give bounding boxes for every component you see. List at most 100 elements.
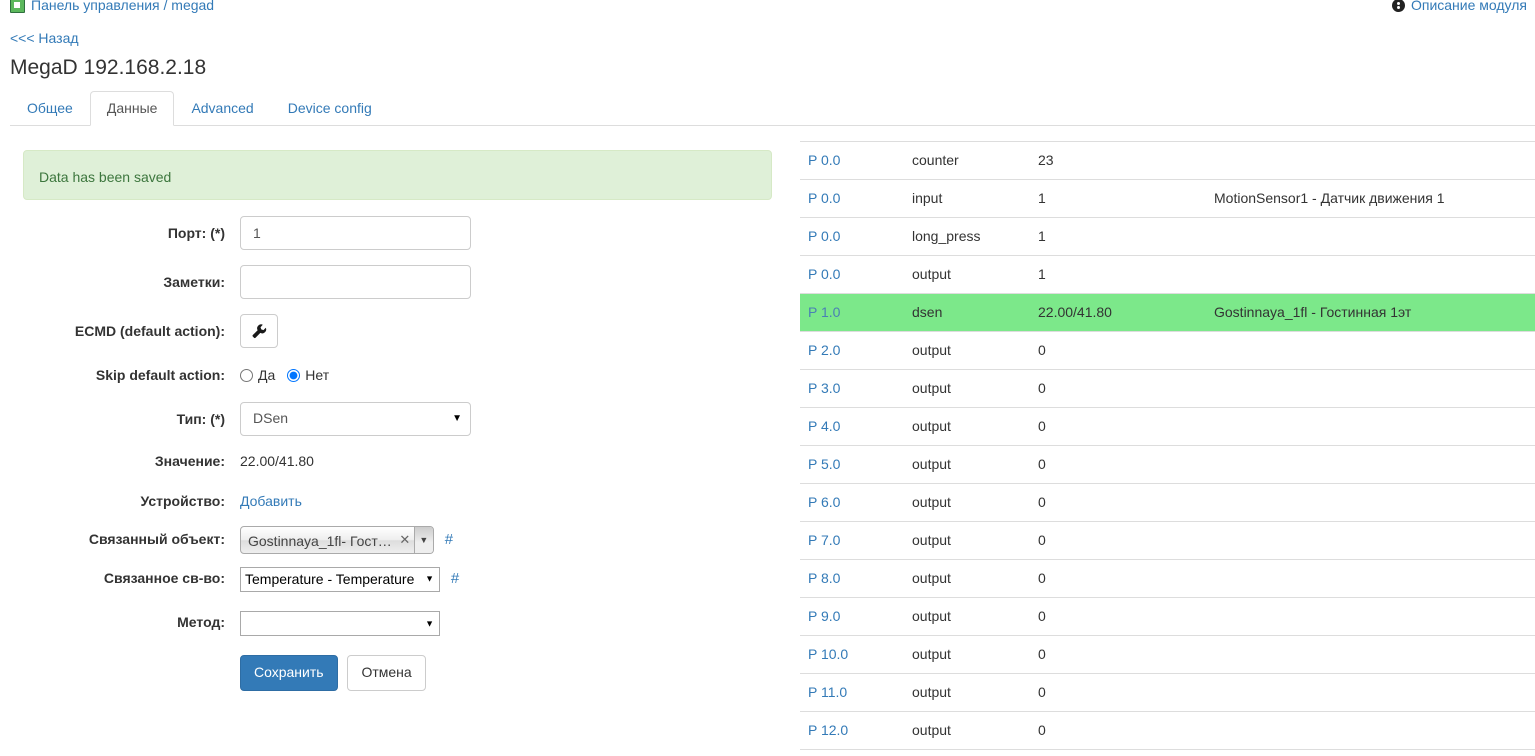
- tab-bar: Общее Данные Advanced Device config: [10, 91, 1535, 126]
- table-row[interactable]: P 0.0 counter 23: [800, 141, 1535, 180]
- port-link[interactable]: P 10.0: [808, 646, 848, 662]
- skip-default-action-radio-group: Да Нет: [240, 358, 795, 392]
- table-cell-name: [1206, 256, 1535, 294]
- module-description-link[interactable]: Описание модуля: [1391, 0, 1527, 13]
- table-row[interactable]: P 11.0 output 0: [800, 673, 1535, 712]
- form-row-type: Тип: (*) DSen ▼: [0, 402, 795, 436]
- skip-default-action-option-yes[interactable]: Да: [258, 358, 275, 392]
- table-cell-name: MotionSensor1 - Датчик движения 1: [1214, 190, 1445, 206]
- table-cell-value: 1: [1038, 266, 1046, 282]
- port-link[interactable]: P 3.0: [808, 380, 840, 396]
- linked-object-hash-link[interactable]: #: [445, 531, 453, 548]
- cancel-button[interactable]: Отмена: [347, 654, 426, 691]
- table-cell-type: output: [912, 608, 951, 624]
- table-cell-port: P 4.0: [800, 408, 904, 446]
- linked-property-select-wrap: Temperature - Temperature ▼: [240, 562, 440, 596]
- table-cell-type: output: [912, 418, 951, 434]
- skip-default-action-radio-yes[interactable]: [240, 368, 253, 382]
- breadcrumb[interactable]: Панель управления / megad: [10, 0, 214, 13]
- breadcrumb-text: Панель управления / megad: [31, 0, 215, 13]
- port-input[interactable]: [240, 216, 471, 250]
- port-link[interactable]: P 9.0: [808, 608, 840, 624]
- table-row[interactable]: P 3.0 output 0: [800, 369, 1535, 408]
- table-cell-value: 22.00/41.80: [1038, 304, 1112, 320]
- tab-device-config[interactable]: Device config: [271, 91, 389, 126]
- table-cell-port: P 0.0: [800, 256, 904, 294]
- port-link[interactable]: P 0.0: [808, 190, 840, 206]
- table-cell-value: 0: [1038, 456, 1046, 472]
- tab-dannye[interactable]: Данные: [89, 91, 175, 126]
- notes-input[interactable]: [240, 265, 471, 299]
- method-select[interactable]: [240, 611, 440, 637]
- table-row[interactable]: P 9.0 output 0: [800, 597, 1535, 636]
- table-row[interactable]: P 4.0 output 0: [800, 407, 1535, 446]
- table-cell-port: P 3.0: [800, 370, 904, 408]
- port-data-table-body: P 0.0 counter 23 P 0.0 input 1 MotionSensor1 -…: [800, 141, 1535, 750]
- table-row[interactable]: P 8.0 output 0: [800, 559, 1535, 598]
- port-label: Порт: (*): [167, 225, 225, 241]
- table-row[interactable]: P 5.0 output 0: [800, 445, 1535, 484]
- device-add-link[interactable]: Добавить: [240, 493, 302, 509]
- table-row[interactable]: P 2.0 output 0: [800, 331, 1535, 370]
- table-row[interactable]: P 7.0 output 0: [800, 521, 1535, 560]
- linked-property-hash-link[interactable]: #: [451, 570, 459, 587]
- table-cell-name: [1206, 674, 1535, 712]
- back-link[interactable]: <<< Назад: [10, 30, 79, 46]
- port-link[interactable]: P 0.0: [808, 152, 840, 168]
- notes-label: Заметки:: [163, 274, 225, 290]
- tab-advanced[interactable]: Advanced: [174, 91, 270, 126]
- table-cell-port: P 10.0: [800, 636, 904, 674]
- table-cell-value: 1: [1038, 228, 1046, 244]
- form-row-notes: Заметки:: [0, 265, 795, 299]
- port-link[interactable]: P 4.0: [808, 418, 840, 434]
- form-row-linked-property: Связанное св-во: Temperature - Temperatu…: [0, 561, 795, 596]
- table-row[interactable]: P 0.0 output 1: [800, 255, 1535, 294]
- clear-x-icon[interactable]: ✕: [396, 527, 414, 553]
- app-icon: [10, 0, 25, 13]
- table-cell-value: 0: [1038, 646, 1046, 662]
- skip-default-action-option-no[interactable]: Нет: [305, 358, 329, 392]
- port-link[interactable]: P 2.0: [808, 342, 840, 358]
- status-alert: Data has been saved: [23, 150, 772, 200]
- tab-obshchee[interactable]: Общее: [10, 91, 90, 126]
- table-row[interactable]: P 0.0 long_press 1: [800, 217, 1535, 256]
- table-cell-value: 0: [1038, 608, 1046, 624]
- port-link[interactable]: P 0.0: [808, 228, 840, 244]
- table-row[interactable]: P 1.0 dsen 22.00/41.80 Gostinnaya_1fl - Гос…: [800, 293, 1535, 332]
- table-cell-type: output: [912, 646, 951, 662]
- port-link[interactable]: P 6.0: [808, 494, 840, 510]
- port-link[interactable]: P 8.0: [808, 570, 840, 586]
- port-link[interactable]: P 11.0: [808, 684, 847, 700]
- linked-property-select[interactable]: Temperature - Temperature: [240, 566, 440, 592]
- table-row[interactable]: P 6.0 output 0: [800, 483, 1535, 522]
- table-cell-type: output: [912, 722, 951, 738]
- port-link[interactable]: P 0.0: [808, 266, 840, 282]
- chevron-down-icon[interactable]: ▼: [413, 527, 433, 554]
- table-cell-name: [1206, 332, 1535, 370]
- table-cell-name: [1206, 218, 1535, 256]
- table-cell-value: 0: [1038, 494, 1046, 510]
- table-cell-type: output: [912, 266, 951, 282]
- save-button[interactable]: Сохранить: [240, 654, 338, 691]
- table-cell-type: output: [912, 456, 951, 472]
- table-row[interactable]: P 10.0 output 0: [800, 635, 1535, 674]
- port-link[interactable]: P 12.0: [808, 722, 848, 738]
- method-select-wrap: ▼: [240, 607, 440, 641]
- port-link[interactable]: P 7.0: [808, 532, 840, 548]
- value-label: Значение:: [154, 453, 225, 469]
- table-row[interactable]: P 12.0 output 0: [800, 711, 1535, 750]
- table-row[interactable]: P 0.0 input 1 MotionSensor1 - Датчик движен…: [800, 179, 1535, 218]
- type-select[interactable]: DSen: [240, 402, 471, 436]
- table-cell-type: output: [912, 684, 951, 700]
- form-row-ecmd: ECMD (default action):: [0, 314, 795, 348]
- skip-default-action-radio-no[interactable]: [287, 368, 301, 382]
- linked-object-select2[interactable]: Gostinnaya_1fl- Гост… ✕ ▼: [240, 526, 434, 555]
- form-row-value: Значение: 22.00/41.80: [0, 444, 795, 478]
- table-cell-port: P 0.0: [800, 142, 904, 180]
- ecmd-wrench-button[interactable]: [240, 314, 278, 348]
- table-cell-name: [1206, 598, 1535, 636]
- port-link[interactable]: P 5.0: [808, 456, 840, 472]
- table-cell-name: Gostinnaya_1fl - Гостинная 1эт: [1214, 304, 1412, 320]
- table-cell-name: [1206, 522, 1535, 560]
- port-link[interactable]: P 1.0: [808, 304, 840, 320]
